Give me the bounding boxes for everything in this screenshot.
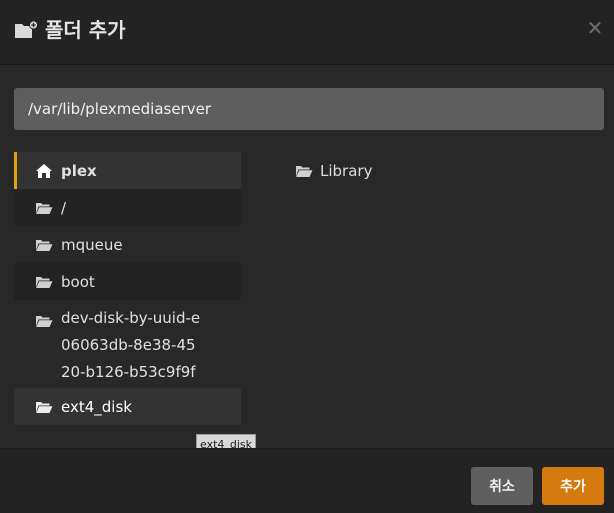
- right-folder-list: Library: [295, 160, 372, 182]
- left-item-label: ext4_disk: [61, 397, 132, 416]
- close-icon[interactable]: ✕: [584, 17, 606, 39]
- home-icon: [35, 163, 53, 178]
- left-item-boot[interactable]: boot: [14, 263, 241, 300]
- folder-open-icon: [35, 237, 53, 252]
- right-item-library[interactable]: Library: [295, 160, 372, 182]
- left-item-plex[interactable]: plex: [14, 152, 241, 189]
- left-item-label: /: [61, 198, 67, 217]
- left-item-label: mqueue: [61, 235, 123, 254]
- cancel-button[interactable]: 취소: [471, 467, 533, 505]
- path-input[interactable]: [14, 88, 604, 130]
- left-item-mqueue[interactable]: mqueue: [14, 226, 241, 263]
- left-item-label: plex: [61, 161, 97, 180]
- folder-open-icon: [35, 200, 53, 215]
- left-item-root[interactable]: /: [14, 189, 241, 226]
- folder-open-icon: [35, 274, 53, 289]
- dialog-header: 폴더 추가 ✕: [0, 0, 614, 65]
- left-item-dev-disk[interactable]: dev-disk-by-uuid-e06063db-8e38-4520-b126…: [14, 300, 241, 408]
- dialog-footer: 취소 추가: [0, 448, 614, 513]
- selection-indicator: [14, 152, 17, 189]
- folder-open-icon: [35, 313, 53, 328]
- add-button[interactable]: 추가: [542, 467, 604, 505]
- left-folder-list: plex / mqueue boot dev-disk-by-uuid-e060…: [14, 152, 241, 425]
- dialog-title: 폴더 추가: [45, 18, 126, 42]
- folder-add-icon: [14, 20, 38, 40]
- folder-open-icon: [295, 164, 313, 179]
- folder-open-icon: [35, 399, 53, 414]
- left-item-ext4-disk[interactable]: ext4_disk: [14, 388, 241, 425]
- left-item-label: boot: [61, 272, 95, 291]
- right-item-label: Library: [320, 162, 373, 180]
- add-folder-dialog: 폴더 추가 ✕ plex /: [0, 0, 614, 513]
